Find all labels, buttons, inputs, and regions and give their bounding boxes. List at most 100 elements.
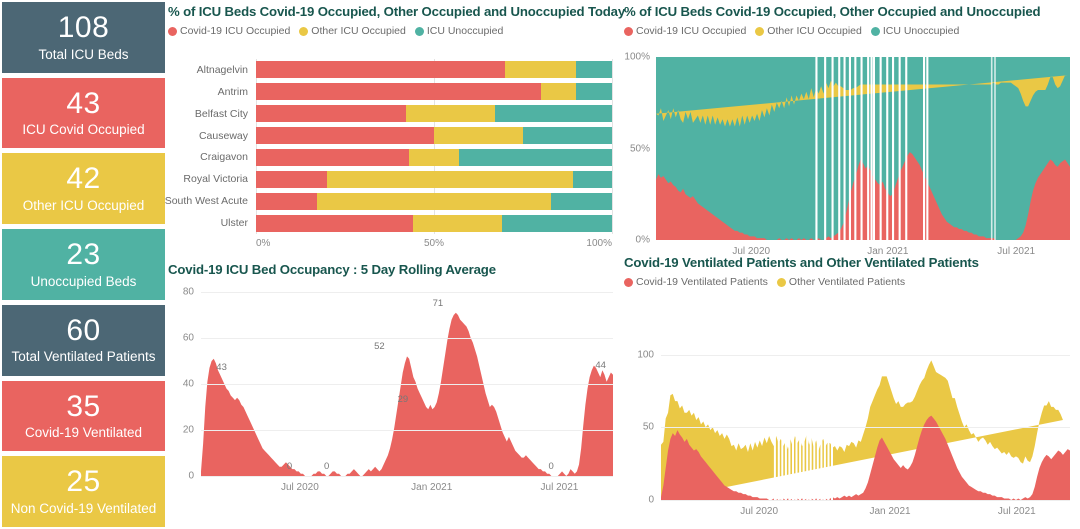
bar-segment[interactable] (494, 105, 612, 123)
data-point-label: 44 (595, 359, 606, 371)
kpi-card-total-ventilated-patients[interactable]: 60 Total Ventilated Patients (2, 304, 165, 376)
kpi-card-total-icu-beds[interactable]: 108 Total ICU Beds (2, 2, 165, 73)
kpi-label: ICU Covid Occupied (22, 122, 145, 138)
missing-data-gap (831, 57, 834, 240)
panel-ventilated-patients: Covid-19 Ventilated Patients and Other V… (624, 255, 1076, 529)
gridline (661, 354, 1070, 356)
x-axis-tick: Jan 2021 (869, 506, 911, 517)
bar-segment[interactable] (256, 214, 413, 232)
missing-data-gap (792, 340, 794, 500)
missing-data-gap (886, 57, 889, 240)
x-axis-tick: Jan 2021 (411, 482, 453, 493)
kpi-card-non-covid-19-ventilated[interactable]: 25 Non Covid-19 Ventilated (2, 456, 165, 528)
data-point-label: 0 (548, 461, 554, 472)
bar-segment[interactable] (576, 61, 612, 79)
bar-row[interactable]: South West Acute (165, 192, 612, 210)
panel-rolling-average: Covid-19 ICU Bed Occupancy : 5 Day Rolli… (168, 262, 623, 527)
legend-swatch-icon (168, 26, 177, 36)
bar-row[interactable]: Ulster (221, 214, 612, 232)
missing-data-gap (824, 57, 827, 240)
legend-item[interactable]: Other ICU Occupied (755, 25, 862, 37)
bar-segment[interactable] (576, 83, 612, 101)
bar-segment[interactable] (256, 127, 434, 145)
bar-row[interactable]: Royal Victoria (183, 170, 612, 188)
x-axis-tick: 100% (586, 238, 612, 249)
legend-item[interactable]: Covid-19 Ventilated Patients (624, 276, 768, 288)
gridline (201, 384, 613, 385)
kpi-label: Total Ventilated Patients (11, 349, 156, 365)
bar-row[interactable]: Craigavon (200, 148, 612, 166)
legend-swatch-icon (776, 277, 786, 287)
kpi-label: Covid-19 Ventilated (24, 425, 143, 441)
kpi-card-covid-19-ventilated[interactable]: 35 Covid-19 Ventilated (2, 380, 165, 452)
missing-data-gap (809, 340, 812, 500)
bar-segment[interactable] (551, 192, 612, 210)
kpi-card-icu-covid-occupied[interactable]: 43 ICU Covid Occupied (2, 77, 165, 149)
missing-data-gap (926, 57, 929, 240)
legend-swatch-icon (624, 277, 633, 287)
kpi-card-other-icu-occupied[interactable]: 42 Other ICU Occupied (2, 153, 165, 225)
bar-segment[interactable] (458, 148, 612, 166)
gridline (661, 427, 1070, 429)
missing-data-gap (860, 57, 863, 240)
gridline (201, 430, 613, 431)
y-axis-tick: 80 (182, 286, 194, 298)
bar-segment[interactable] (572, 170, 612, 188)
bar-segment[interactable] (256, 61, 506, 79)
missing-data-gap (923, 57, 926, 240)
legend-item[interactable]: ICU Unoccupied (870, 25, 959, 37)
missing-data-gap (870, 57, 873, 240)
bar-segment[interactable] (256, 83, 541, 101)
bar-segment[interactable] (523, 127, 612, 145)
legend-item[interactable]: Covid-19 ICU Occupied (168, 25, 290, 37)
legend-label: Other ICU Occupied (311, 25, 406, 37)
bar-segment[interactable] (256, 148, 410, 166)
bar-row[interactable]: Altnagelvin (197, 61, 612, 79)
missing-data-gap (827, 340, 830, 500)
gridline (661, 500, 1070, 501)
bar-segment[interactable] (540, 83, 577, 101)
bar-segment[interactable] (316, 192, 552, 210)
missing-data-gap (813, 340, 816, 500)
panel-a-legend: Covid-19 ICU Occupied Other ICU Occupied I… (168, 25, 623, 37)
bar-segment[interactable] (501, 214, 612, 232)
missing-data-gap (898, 57, 901, 240)
legend-item[interactable]: ICU Unoccupied (414, 25, 504, 37)
ventilated-stacked-area (661, 340, 1070, 500)
panel-d-title: Covid-19 Ventilated Patients and Other V… (624, 255, 979, 270)
legend-item[interactable]: Covid-19 ICU Occupied (624, 25, 746, 37)
bar-row[interactable]: Causeway (199, 127, 612, 145)
bar-segment[interactable] (412, 214, 502, 232)
y-axis-tick: 40 (182, 378, 194, 390)
kpi-column: 108 Total ICU Beds 43 ICU Covid Occupied 42 O… (2, 2, 165, 528)
data-point-label: 29 (397, 394, 409, 406)
bar-row[interactable]: Antrim (218, 83, 612, 101)
bar-segment[interactable] (505, 61, 577, 79)
bar-segment[interactable] (256, 170, 328, 188)
missing-data-gap (802, 340, 805, 500)
bar-segment[interactable] (256, 192, 317, 210)
kpi-value: 60 (66, 313, 101, 347)
bar-row[interactable]: Belfast City (195, 105, 612, 123)
y-axis-tick: 100% (624, 51, 650, 63)
panel-icu-beds-timeseries: % of ICU Beds Covid-19 Occupied, Other O… (624, 4, 1076, 257)
bar-segment[interactable] (256, 105, 406, 123)
y-axis-tick: 20 (182, 424, 194, 436)
bar-segment[interactable] (327, 170, 573, 188)
panel-c-plot: 0 20 40 60 80 Jul 2020 Jan 2021 Jul 2021 43 0 0 52 2… (183, 287, 613, 493)
kpi-card-unoccupied-beds[interactable]: 23 Unoccupied Beds (2, 229, 165, 300)
bar-category-label: Causeway (198, 129, 248, 142)
bar-category-label: South West Acute (164, 195, 248, 208)
data-point-label: 0 (286, 461, 293, 472)
bar-segment[interactable] (405, 105, 495, 123)
missing-data-gap (799, 340, 802, 500)
legend-item[interactable]: Other ICU Occupied (299, 25, 406, 37)
bar-segment[interactable] (434, 127, 523, 145)
y-axis-tick: 0 (188, 470, 194, 482)
data-point-label: 52 (374, 341, 385, 353)
missing-data-gap (806, 340, 809, 500)
legend-item[interactable]: Other Ventilated Patients (776, 276, 905, 288)
bar-segment[interactable] (409, 148, 459, 166)
legend-label: ICU Unoccupied (426, 25, 504, 37)
legend-swatch-icon (299, 26, 309, 36)
